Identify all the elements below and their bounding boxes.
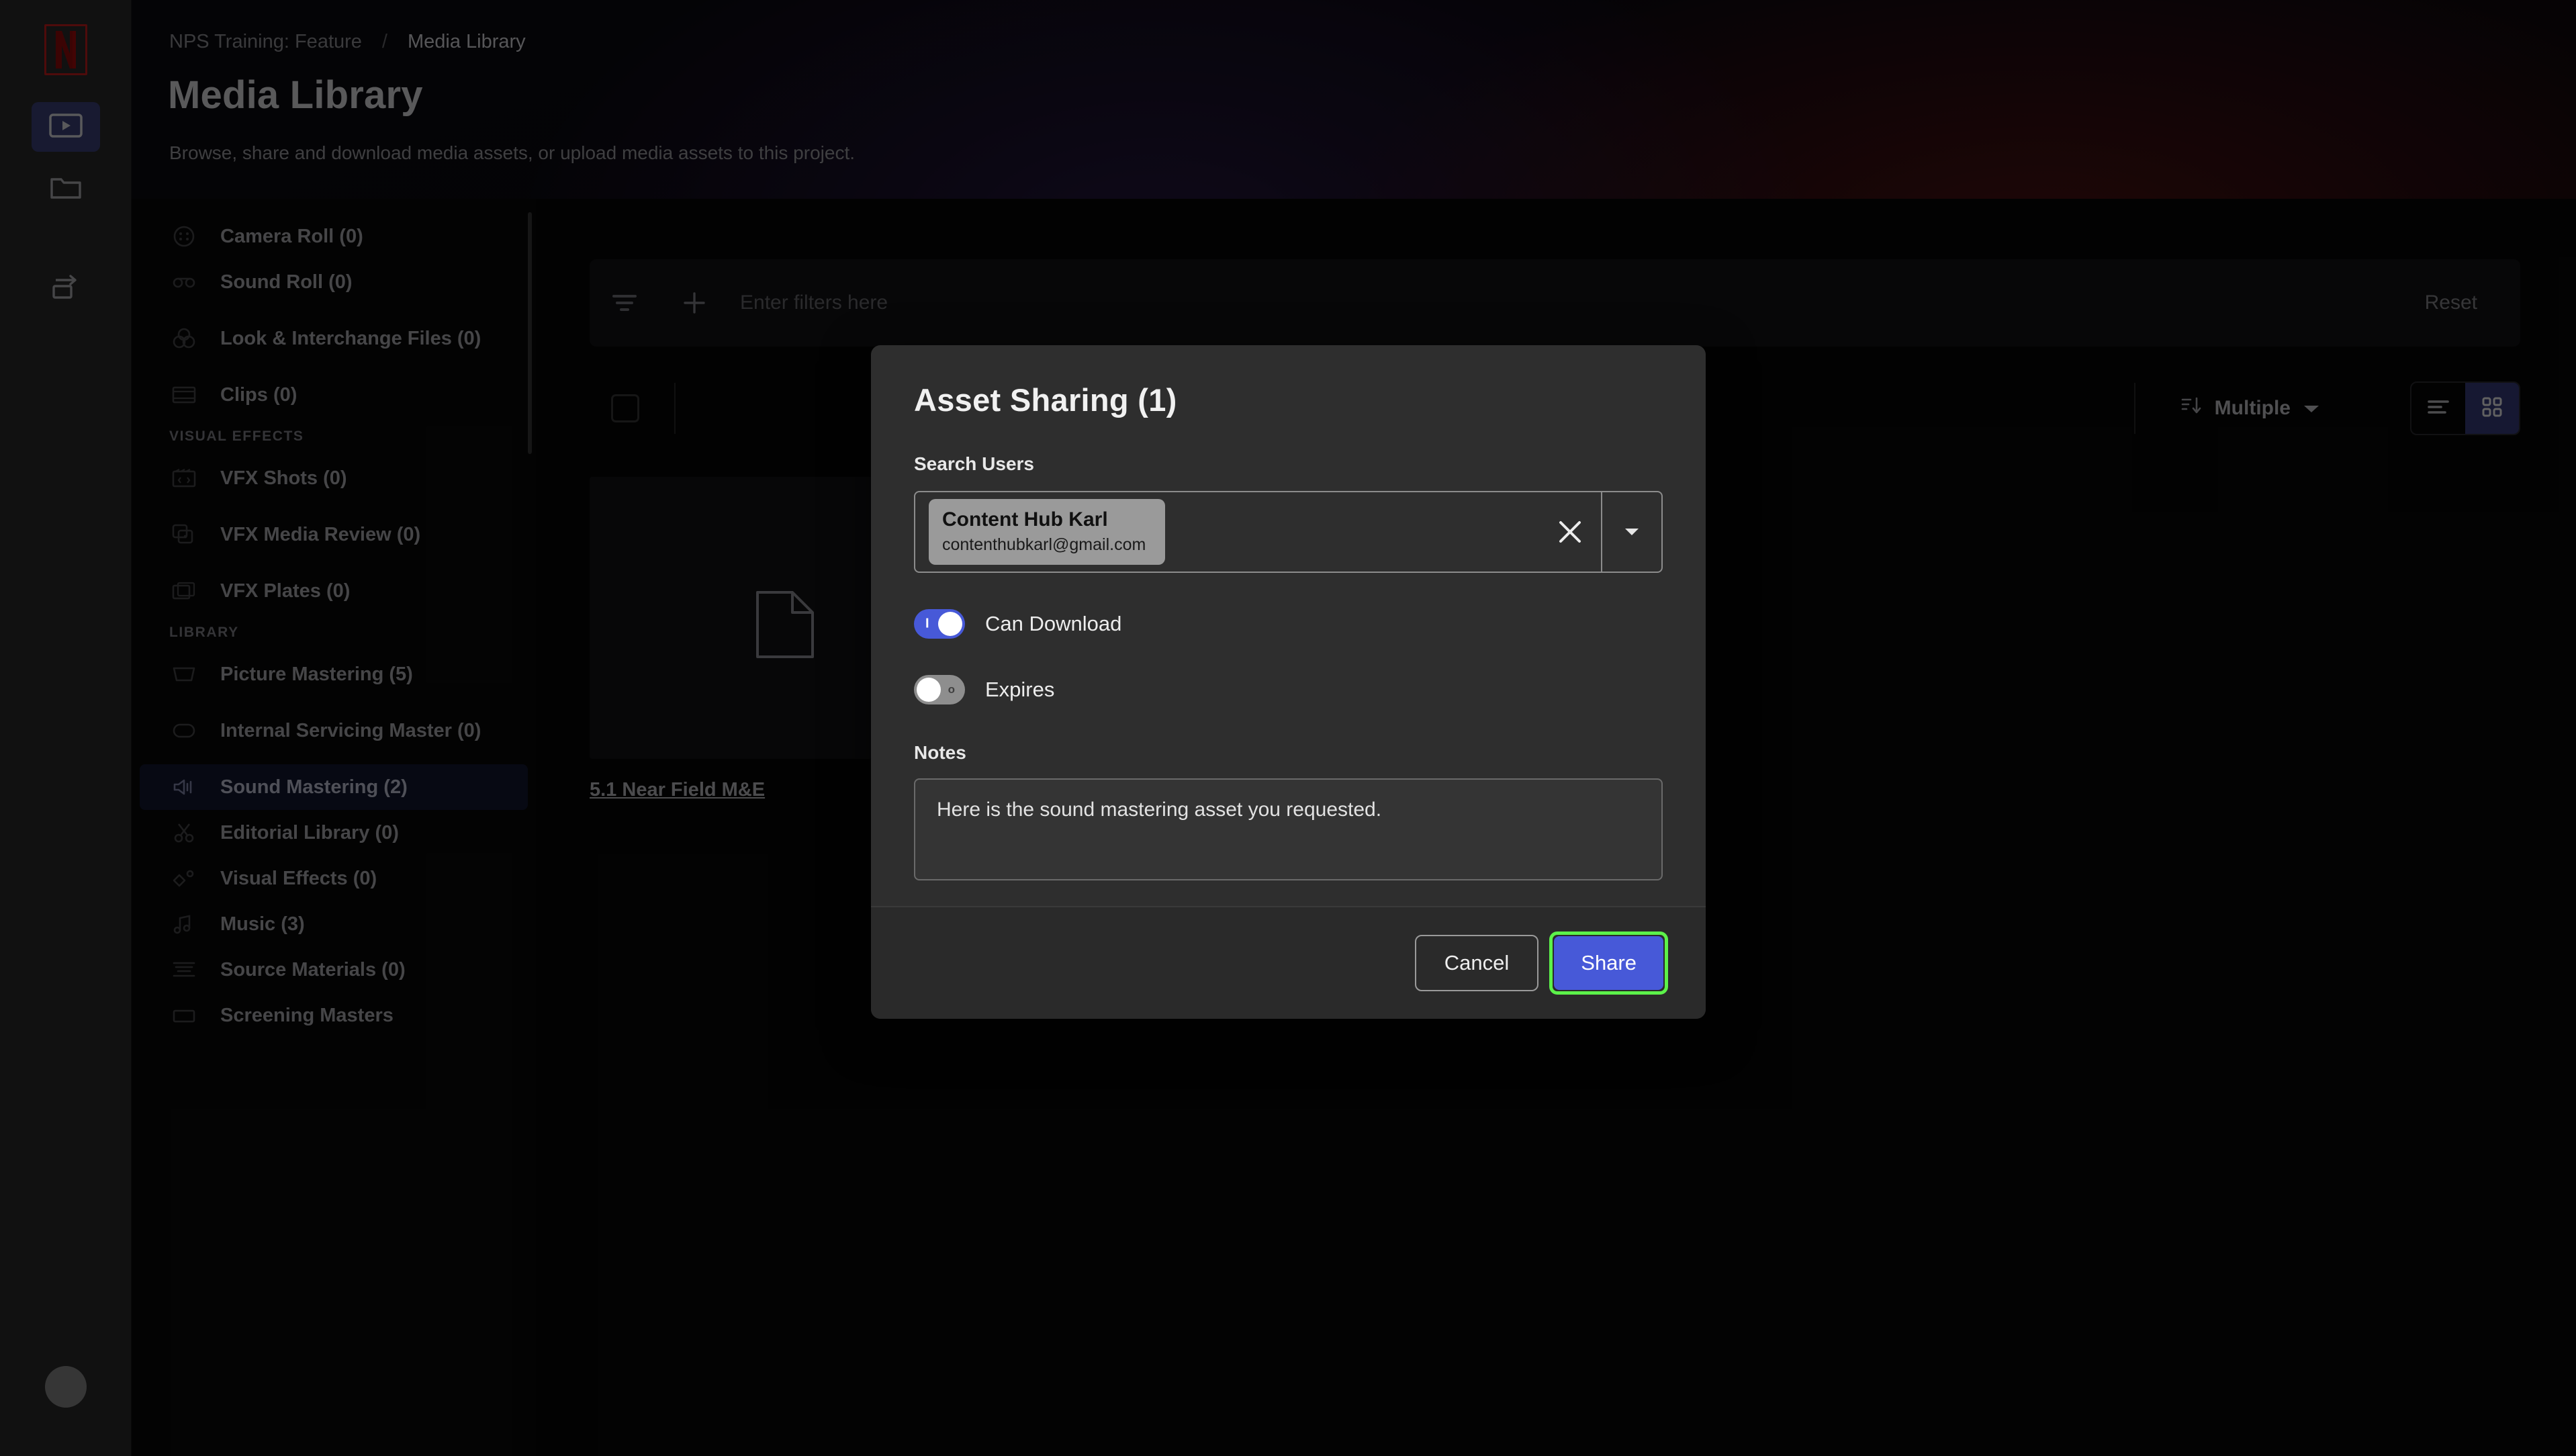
toggle-knob xyxy=(938,612,962,636)
user-token[interactable]: Content Hub Karl contenthubkarl@gmail.co… xyxy=(929,498,1165,565)
cancel-button[interactable]: Cancel xyxy=(1414,935,1539,991)
search-users-label: Search Users xyxy=(914,453,1035,474)
can-download-label: Can Download xyxy=(985,612,1122,635)
can-download-row: I Can Download xyxy=(914,609,1663,639)
share-button-highlight: Share xyxy=(1549,931,1668,995)
can-download-toggle[interactable]: I xyxy=(914,609,965,639)
expires-row: o Expires xyxy=(914,675,1663,704)
share-button[interactable]: Share xyxy=(1554,936,1663,990)
notes-label: Notes xyxy=(914,742,966,763)
dialog-title: Asset Sharing (1) xyxy=(914,382,1177,418)
asset-sharing-dialog: Asset Sharing (1) Search Users Content H… xyxy=(871,345,1706,1019)
user-token-email: contenthubkarl@gmail.com xyxy=(942,535,1146,554)
search-users-field[interactable]: Content Hub Karl contenthubkarl@gmail.co… xyxy=(914,491,1663,573)
expires-toggle[interactable]: o xyxy=(914,675,965,704)
notes-textarea[interactable]: Here is the sound mastering asset you re… xyxy=(914,778,1663,880)
toggle-on-mark: I xyxy=(925,616,929,631)
toggle-off-mark: o xyxy=(948,683,955,696)
toggle-knob xyxy=(917,678,941,702)
user-token-name: Content Hub Karl xyxy=(942,508,1108,531)
app-root: NPS Training: Feature / Media Library Me… xyxy=(0,0,2576,1456)
dialog-footer: Cancel Share xyxy=(871,906,1706,1019)
close-icon[interactable] xyxy=(1551,513,1589,551)
chevron-down-icon[interactable] xyxy=(1602,492,1661,572)
expires-label: Expires xyxy=(985,678,1055,701)
dialog-body: Asset Sharing (1) Search Users Content H… xyxy=(871,345,1706,906)
